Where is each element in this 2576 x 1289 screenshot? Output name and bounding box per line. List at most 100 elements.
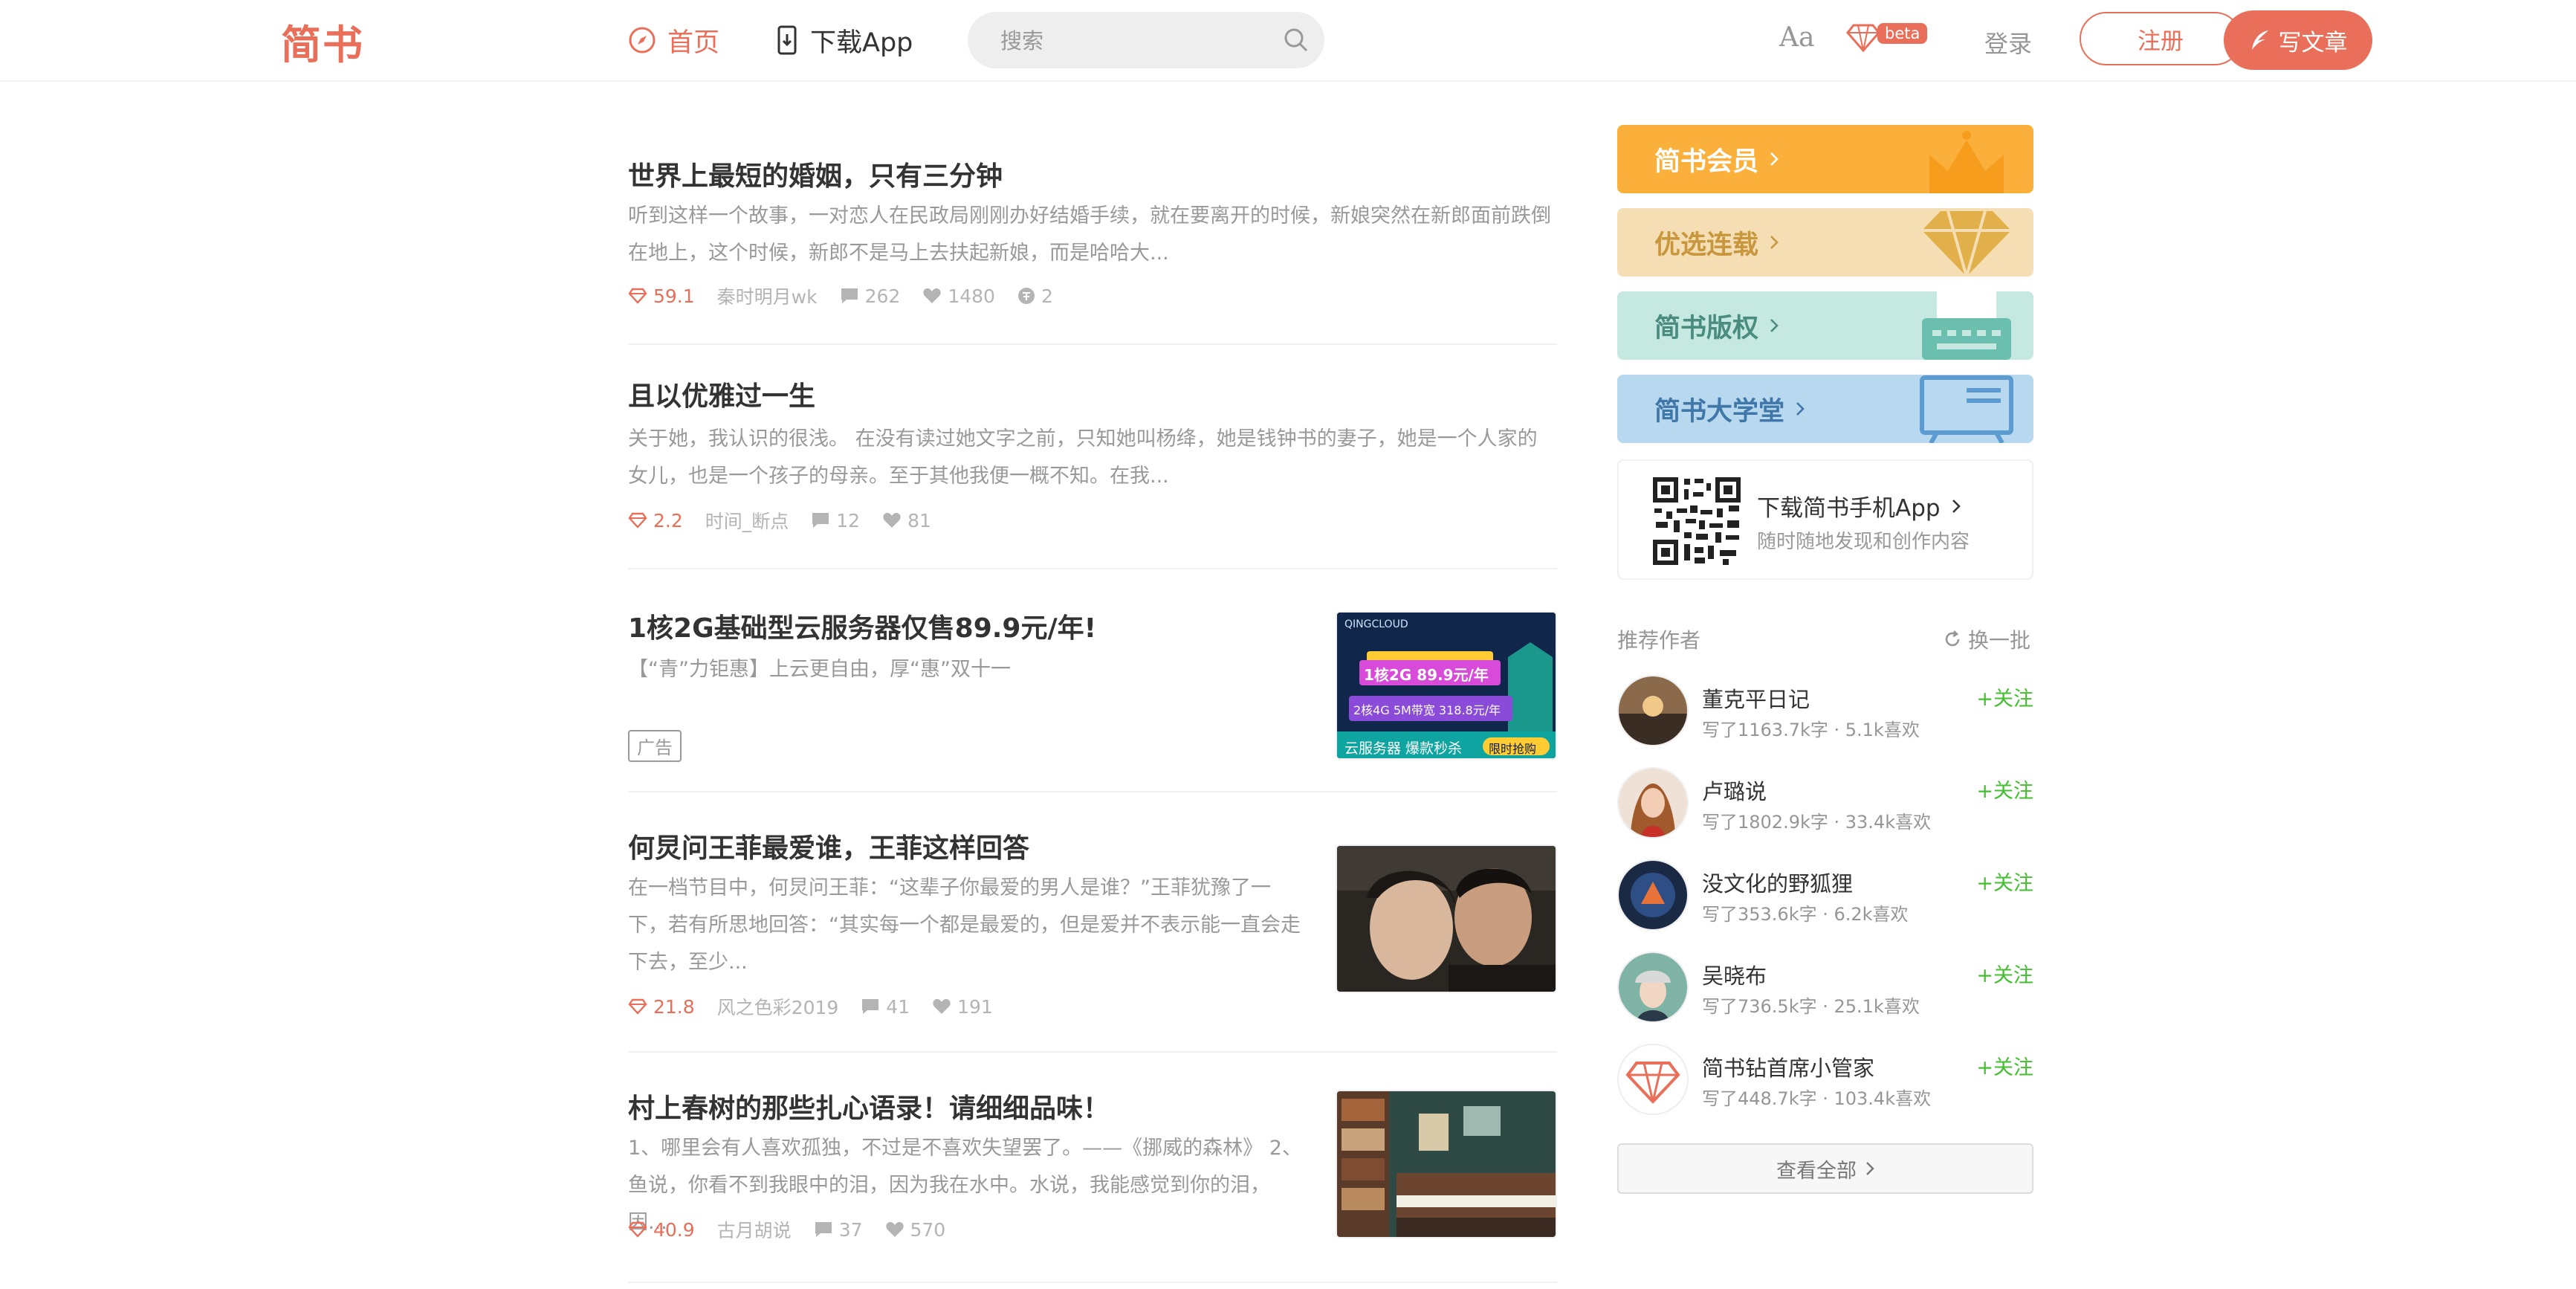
author-name[interactable]: 简书钻首席小管家 xyxy=(1702,1051,1874,1082)
nav-home-label: 首页 xyxy=(667,28,720,58)
diamond-icon xyxy=(628,998,647,1015)
chevron-right-icon xyxy=(1796,402,1805,416)
meta-score: 21.8 xyxy=(628,996,695,1018)
site-logo[interactable]: 简书 xyxy=(281,12,364,71)
ad-bottom: 云服务器 爆款秒杀 xyxy=(1344,740,1463,757)
author-stats: 写了736.5k字 · 25.1k喜欢 xyxy=(1702,996,1920,1017)
gem-icon xyxy=(1922,210,2011,277)
follow-button[interactable]: +关注 xyxy=(1976,867,2033,896)
nav-home[interactable]: 首页 xyxy=(627,19,719,61)
meta-comments[interactable]: 262 xyxy=(840,285,901,307)
avatar[interactable] xyxy=(1617,859,1689,931)
meta-comments[interactable]: 37 xyxy=(814,1219,863,1241)
ad-title[interactable]: 1核2G基础型云服务器仅售89.9元/年! xyxy=(628,607,1096,645)
phone-icon xyxy=(777,25,797,55)
meta-author[interactable]: 时间_断点 xyxy=(705,507,789,534)
article-meta: 21.8 风之色彩2019 41 191 xyxy=(628,993,993,1020)
chevron-right-icon xyxy=(1770,236,1779,249)
beta-diamond-button[interactable]: beta xyxy=(1846,22,1928,52)
like-count: 191 xyxy=(957,995,993,1018)
follow-button[interactable]: +关注 xyxy=(1976,1051,2033,1080)
meta-author[interactable]: 秦时明月wk xyxy=(717,282,818,309)
qr-code-icon xyxy=(1651,476,1742,566)
article-abstract: 关于她，我认识的很浅。 在没有读过她文字之前，只知她叫杨绛，她是钱钟书的妻子，她… xyxy=(628,427,1538,488)
banner-university-label: 简书大学堂 xyxy=(1654,375,1805,443)
write-article-button[interactable]: 写文章 xyxy=(2224,10,2372,70)
author-item: 卢璐说 写了1802.9k字 · 33.4k喜欢 +关注 xyxy=(1617,767,2033,841)
banner-text: 简书会员 xyxy=(1654,146,1759,177)
comment-count: 262 xyxy=(864,285,901,307)
see-all-authors-button[interactable]: 查看全部 xyxy=(1617,1143,2033,1194)
login-link[interactable]: 登录 xyxy=(1984,25,2032,59)
banner-serial-label: 优选连载 xyxy=(1654,208,1779,277)
article-abstract: 在一档节目中，何炅问王菲：“这辈子你最爱的男人是谁？”王菲犹豫了一下，若有所思地… xyxy=(628,876,1301,974)
follow-button[interactable]: +关注 xyxy=(1976,959,2033,988)
article-title[interactable]: 且以优雅过一生 xyxy=(628,375,815,413)
score-value: 2.2 xyxy=(653,509,683,532)
score-value: 40.9 xyxy=(653,1218,695,1241)
meta-comments[interactable]: 12 xyxy=(811,510,860,532)
refresh-icon xyxy=(1945,630,1960,647)
avatar[interactable] xyxy=(1617,1044,1689,1115)
author-name[interactable]: 没文化的野狐狸 xyxy=(1702,867,1853,898)
follow-button[interactable]: +关注 xyxy=(1976,775,2033,804)
meta-score: 59.1 xyxy=(628,285,695,307)
coin-icon xyxy=(1017,288,1035,304)
article-item: 且以优雅过一生 关于她，我认识的很浅。 在没有读过她文字之前，只知她叫杨绛，她是… xyxy=(628,343,1557,569)
diamond-icon xyxy=(628,288,647,304)
register-button[interactable]: 注册 xyxy=(2080,12,2242,65)
chevron-right-icon xyxy=(1770,319,1779,332)
meta-comments[interactable]: 41 xyxy=(861,996,910,1018)
meta-likes: 81 xyxy=(882,510,931,532)
author-name[interactable]: 卢璐说 xyxy=(1702,775,1767,806)
article-title[interactable]: 世界上最短的婚姻，只有三分钟 xyxy=(628,155,1003,193)
ad-brand: QINGCLOUD xyxy=(1344,618,1408,630)
ad-banner-image[interactable]: QINGCLOUD 1核2G 89.9元/年 2核4G 5M带宽 318.8元/… xyxy=(1336,611,1557,760)
avatar[interactable] xyxy=(1617,952,1689,1023)
banner-university[interactable]: 简书大学堂 xyxy=(1617,375,2033,443)
avatar[interactable] xyxy=(1617,675,1689,746)
author-name[interactable]: 董克平日记 xyxy=(1702,682,1810,714)
article-meta: 40.9 古月胡说 37 570 xyxy=(628,1216,945,1243)
compass-icon xyxy=(629,27,656,54)
article-thumbnail[interactable] xyxy=(1336,1090,1557,1238)
author-item: 董克平日记 写了1163.7k字 · 5.1k喜欢 +关注 xyxy=(1617,675,2033,749)
download-app-card[interactable]: 下载简书手机App 随时随地发现和创作内容 xyxy=(1617,459,2033,580)
app-card-subtitle: 随时随地发现和创作内容 xyxy=(1757,531,1970,553)
search-icon[interactable] xyxy=(1283,27,1310,54)
meta-author[interactable]: 风之色彩2019 xyxy=(717,993,839,1020)
score-value: 21.8 xyxy=(653,995,695,1018)
author-stats: 写了448.7k字 · 103.4k喜欢 xyxy=(1702,1088,1932,1109)
couple-photo xyxy=(1337,846,1556,992)
chevron-right-icon xyxy=(1952,499,1961,513)
meta-rewards: 2 xyxy=(1017,285,1053,307)
diamond-icon xyxy=(628,512,647,529)
article-thumbnail[interactable] xyxy=(1336,844,1557,993)
comment-count: 12 xyxy=(836,509,861,532)
avatar[interactable] xyxy=(1617,767,1689,839)
nav-download-app[interactable]: 下载App xyxy=(776,19,913,61)
meta-author[interactable]: 古月胡说 xyxy=(717,1216,792,1243)
banner-membership[interactable]: 简书会员 xyxy=(1617,125,2033,193)
author-name[interactable]: 吴晓布 xyxy=(1702,959,1767,990)
font-size-aa-icon[interactable]: Aa xyxy=(1779,22,1814,53)
score-value: 59.1 xyxy=(653,285,695,307)
ad-item: 1核2G基础型云服务器仅售89.9元/年! 【“青”力钜惠】上云更自由，厚“惠”… xyxy=(628,568,1557,792)
article-title[interactable]: 何炅问王菲最爱谁，王菲这样回答 xyxy=(628,827,1029,865)
banner-copyright-label: 简书版权 xyxy=(1654,291,1779,360)
banner-copyright[interactable]: 简书版权 xyxy=(1617,291,2033,360)
refresh-authors-button[interactable]: 换一批 xyxy=(1943,624,2030,654)
piano-room-photo xyxy=(1337,1091,1556,1237)
chevron-right-icon xyxy=(1770,152,1779,166)
article-title[interactable]: 村上春树的那些扎心语录！请细细品味！ xyxy=(628,1087,1110,1125)
heart-icon xyxy=(883,512,901,528)
article-item: 何炅问王菲最爱谁，王菲这样回答 在一档节目中，何炅问王菲：“这辈子你最爱的男人是… xyxy=(628,791,1557,1053)
search-input[interactable] xyxy=(999,12,1269,70)
ad-abstract: 【“青”力钜惠】上云更自由，厚“惠”双十一 xyxy=(628,658,1011,681)
author-item: 没文化的野狐狸 写了353.6k字 · 6.2k喜欢 +关注 xyxy=(1617,859,2033,934)
like-count: 1480 xyxy=(948,285,995,307)
banner-serial[interactable]: 优选连载 xyxy=(1617,208,2033,277)
follow-button[interactable]: +关注 xyxy=(1976,682,2033,711)
banner-membership-label: 简书会员 xyxy=(1654,125,1779,193)
ad-tag: 广告 xyxy=(628,730,682,762)
